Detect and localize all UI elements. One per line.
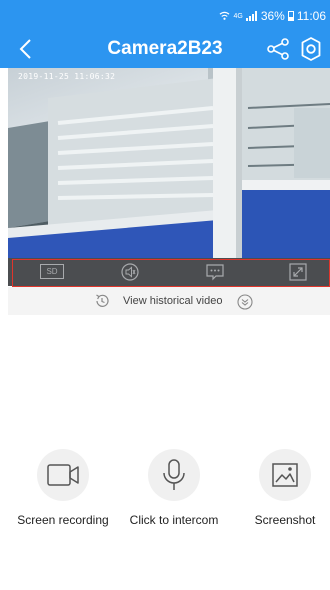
wifi-icon (220, 11, 230, 20)
signal-icon (245, 11, 257, 21)
fullscreen-button[interactable] (289, 263, 307, 281)
view-historical-video-row[interactable]: View historical video (8, 287, 330, 315)
screenshot-button[interactable]: Screenshot (232, 449, 330, 527)
screen-recording-circle (37, 449, 89, 501)
screenshot-label: Screenshot (254, 513, 316, 527)
fullscreen-icon (289, 263, 307, 281)
speaker-button[interactable] (121, 263, 139, 281)
sd-quality-button[interactable]: SD (40, 264, 64, 279)
status-bar: 4G 36% 11:06 (0, 0, 330, 30)
camera-video-view[interactable]: 2019-11-25 11:06:32 (8, 68, 330, 258)
click-to-intercom-button[interactable]: Click to intercom (121, 449, 227, 527)
gear-icon (301, 37, 321, 61)
app-header: Camera2B23 (0, 30, 330, 68)
share-button[interactable] (266, 37, 290, 61)
message-icon (206, 264, 224, 281)
screen-recording-button[interactable]: Screen recording (10, 449, 116, 527)
video-camera-icon (47, 464, 79, 486)
settings-button[interactable] (298, 36, 324, 62)
microphone-icon (163, 459, 185, 490)
battery-icon (287, 11, 294, 21)
message-button[interactable] (205, 263, 225, 281)
screen-recording-label: Screen recording (17, 513, 109, 527)
clock-time: 11:06 (296, 9, 326, 23)
screenshot-circle (259, 449, 311, 501)
view-historical-video-label: View historical video (123, 295, 223, 307)
status-icons: 4G 36% 11:06 (219, 9, 326, 23)
video-control-bar: SD (8, 258, 330, 287)
video-timestamp: 2019-11-25 11:06:32 (18, 72, 116, 81)
speaker-icon (121, 263, 139, 281)
network-type-label: 4G (233, 12, 243, 20)
expand-down-icon[interactable] (237, 294, 253, 310)
image-icon (272, 463, 298, 487)
share-icon (267, 38, 289, 60)
intercom-circle (148, 449, 200, 501)
video-frame-image (8, 68, 330, 258)
history-clock-icon (96, 294, 109, 307)
battery-percent: 36% (260, 9, 285, 23)
click-to-intercom-label: Click to intercom (129, 513, 219, 527)
